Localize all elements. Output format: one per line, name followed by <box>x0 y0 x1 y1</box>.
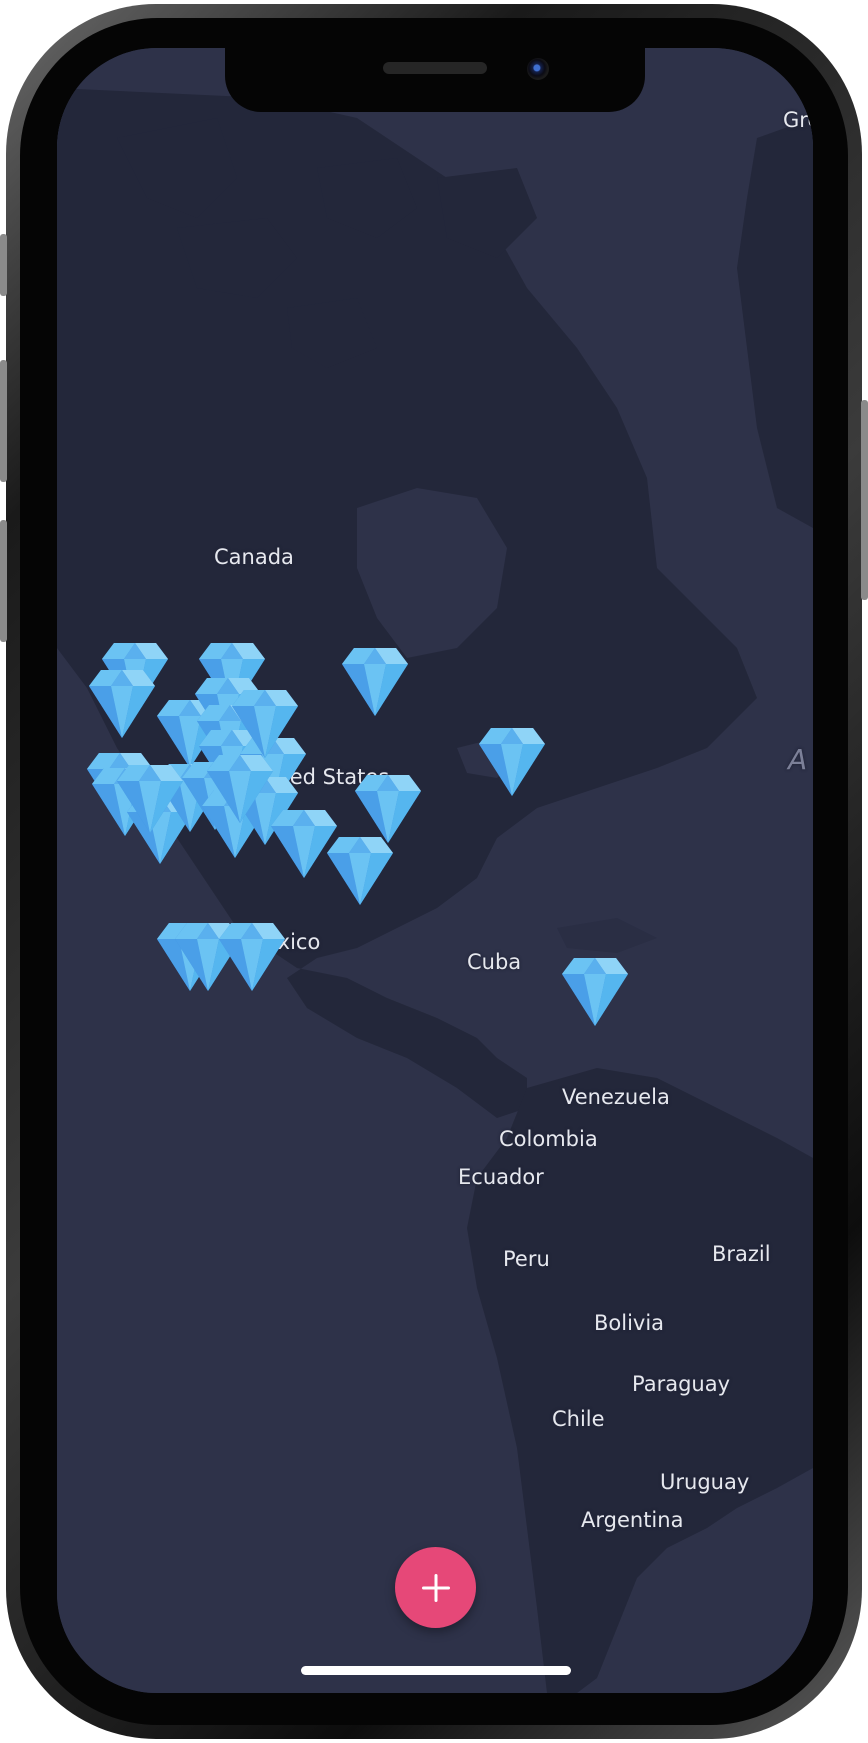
diamond-marker-3[interactable] <box>89 668 155 738</box>
diamond-marker-24[interactable] <box>219 921 285 991</box>
diamond-marker-25[interactable] <box>562 956 628 1026</box>
add-button[interactable] <box>395 1547 476 1628</box>
diamond-marker-18[interactable] <box>479 726 545 796</box>
marker-layer <box>57 48 813 1693</box>
map-screen[interactable]: Gre Canada United States A Mexico Cuba V… <box>57 48 813 1693</box>
power-button <box>861 400 868 600</box>
diamond-marker-17[interactable] <box>342 646 408 716</box>
volume-up-button <box>0 360 7 482</box>
diamond-marker-20[interactable] <box>355 773 421 843</box>
diamond-marker-21[interactable] <box>327 835 393 905</box>
silent-switch <box>0 234 7 296</box>
volume-down-button <box>0 520 7 642</box>
diamond-marker-26[interactable] <box>117 763 183 833</box>
diamond-marker-16[interactable] <box>207 753 273 823</box>
diamond-marker-27[interactable] <box>232 688 298 758</box>
plus-icon <box>421 1573 450 1602</box>
home-indicator[interactable] <box>301 1666 571 1675</box>
